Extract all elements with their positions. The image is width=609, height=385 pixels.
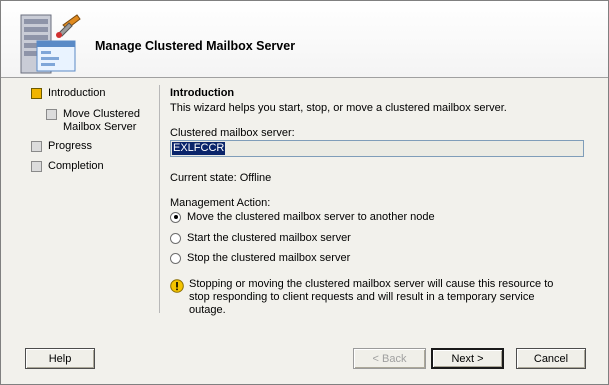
management-action-label: Management Action:: [170, 197, 271, 209]
pending-step-icon: [46, 109, 57, 120]
nav-step-label: Completion: [48, 160, 104, 172]
warning-message: Stopping or moving the clustered mailbox…: [170, 278, 590, 317]
radio-start-server[interactable]: Start the clustered mailbox server: [170, 232, 351, 244]
radio-stop-server[interactable]: Stop the clustered mailbox server: [170, 252, 350, 264]
clustered-mailbox-server-field[interactable]: EXLFCCR: [170, 140, 584, 157]
content-title: Introduction: [170, 87, 235, 99]
content-description: This wizard helps you start, stop, or mo…: [170, 102, 507, 114]
warning-text: Stopping or moving the clustered mailbox…: [189, 278, 554, 316]
nav-step-move-clustered-mailbox-server: Move Clustered Mailbox Server: [46, 108, 156, 134]
radio-move-server[interactable]: Move the clustered mailbox server to ano…: [170, 211, 435, 223]
next-button[interactable]: Next >: [431, 348, 504, 369]
help-button[interactable]: Help: [25, 348, 95, 369]
wizard-header: Manage Clustered Mailbox Server: [1, 1, 608, 78]
nav-divider: [159, 85, 160, 313]
radio-button[interactable]: [170, 232, 181, 244]
pending-step-icon: [31, 141, 42, 152]
nav-step-label: Move Clustered Mailbox Server: [63, 108, 141, 133]
radio-button[interactable]: [170, 211, 181, 223]
nav-step-progress: Progress: [31, 140, 92, 153]
exchange-management-wizard-icon: [20, 14, 81, 74]
current-state-text: Current state: Offline: [170, 172, 272, 184]
radio-label: Start the clustered mailbox server: [187, 232, 351, 244]
server-field-value: EXLFCCR: [172, 142, 226, 155]
active-step-icon: [31, 88, 42, 99]
server-field-label: Clustered mailbox server:: [170, 127, 295, 139]
nav-step-completion: Completion: [31, 160, 104, 173]
radio-button[interactable]: [170, 252, 181, 264]
nav-step-introduction: Introduction: [31, 87, 105, 100]
warning-icon: [170, 279, 184, 293]
wizard-title: Manage Clustered Mailbox Server: [95, 39, 296, 53]
radio-label: Move the clustered mailbox server to ano…: [187, 211, 435, 223]
pending-step-icon: [31, 161, 42, 172]
radio-label: Stop the clustered mailbox server: [187, 252, 351, 264]
nav-step-label: Progress: [48, 140, 93, 152]
back-button[interactable]: < Back: [353, 348, 426, 369]
cancel-button[interactable]: Cancel: [516, 348, 586, 369]
nav-step-label: Introduction: [48, 87, 106, 99]
wizard-window: Manage Clustered Mailbox Server Introduc…: [0, 0, 609, 385]
